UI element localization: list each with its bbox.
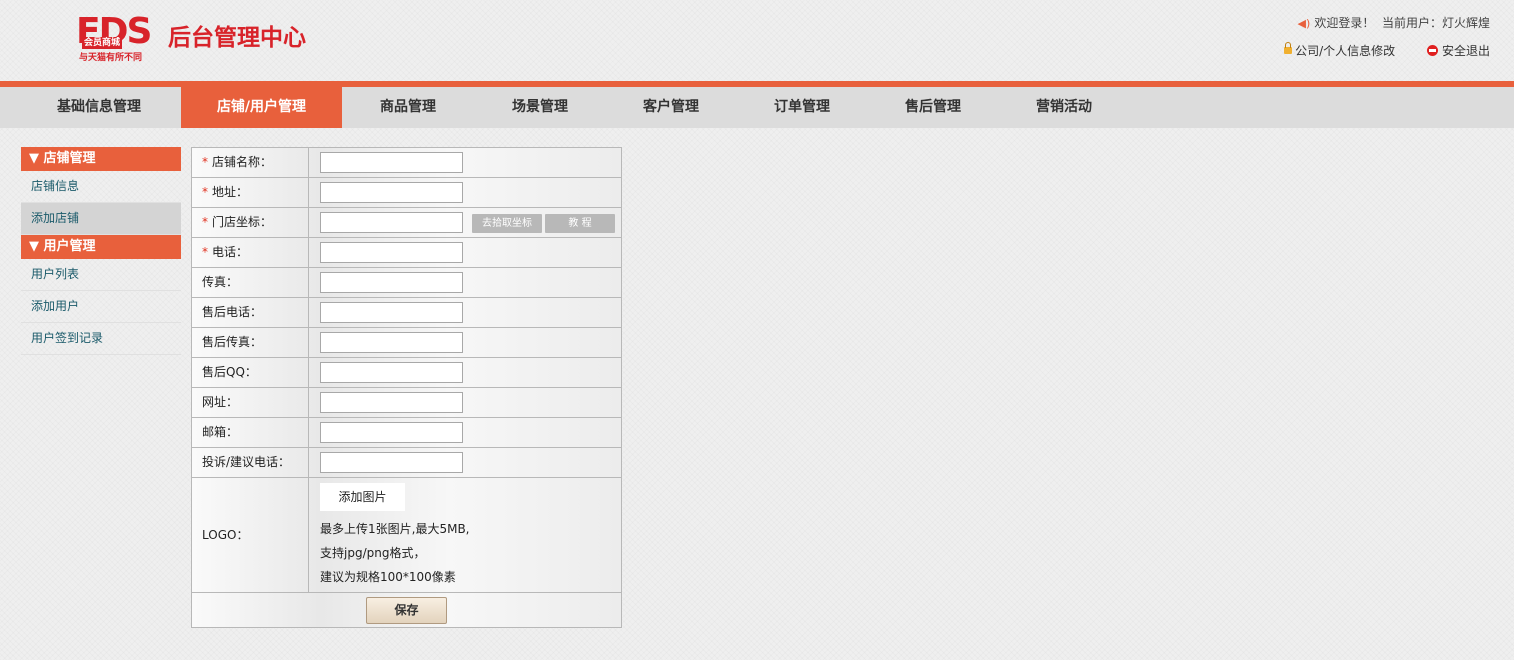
after-sales-qq-label: 售后QQ： bbox=[192, 358, 309, 387]
phone-label: 电话： bbox=[212, 245, 249, 259]
logout-icon bbox=[1426, 45, 1438, 56]
logo-slogan: 与天猫有所不同 bbox=[79, 53, 143, 63]
after-sales-fax-label: 售后传真： bbox=[192, 328, 309, 357]
logo-title: 后台管理中心 bbox=[168, 25, 306, 51]
after-sales-fax-input[interactable] bbox=[320, 332, 463, 353]
field-label: * 门店坐标： bbox=[192, 208, 309, 237]
field-label: * 店铺名称： bbox=[192, 148, 309, 177]
main-nav: 基础信息管理 店铺/用户管理 商品管理 场景管理 客户管理 订单管理 售后管理 … bbox=[0, 87, 1514, 128]
save-button[interactable]: 保存 bbox=[366, 597, 447, 624]
nav-item-store-user[interactable]: 店铺/用户管理 bbox=[181, 87, 342, 128]
logo-mark-subtext: 会员商城 bbox=[82, 37, 123, 49]
form-row-after-sales-qq: 售后QQ： bbox=[192, 358, 621, 388]
welcome-text: 欢迎登录！ bbox=[1314, 16, 1375, 30]
after-sales-phone-input[interactable] bbox=[320, 302, 463, 323]
complaint-phone-label: 投诉/建议电话： bbox=[192, 448, 309, 477]
sidebar-item-add-store[interactable]: 添加店铺 bbox=[21, 203, 181, 235]
form-row-coordinates: * 门店坐标： 去拾取坐标 教 程 bbox=[192, 208, 621, 238]
form-row-save: 保存 bbox=[192, 593, 621, 627]
phone-input[interactable] bbox=[320, 242, 463, 263]
address-input[interactable] bbox=[320, 182, 463, 203]
profile-link-label: 公司/个人信息修改 bbox=[1295, 44, 1396, 58]
address-label: 地址： bbox=[212, 185, 249, 199]
form-row-after-sales-phone: 售后电话： bbox=[192, 298, 621, 328]
logo-label: LOGO： bbox=[192, 478, 309, 592]
nav-item-products[interactable]: 商品管理 bbox=[358, 87, 458, 128]
pick-coordinates-button[interactable]: 去拾取坐标 bbox=[472, 214, 542, 233]
speaker-icon: ◀) bbox=[1297, 17, 1311, 30]
sidebar-item-checkin-records[interactable]: 用户签到记录 bbox=[21, 323, 181, 355]
account-links: 公司/个人信息修改 安全退出 bbox=[1256, 42, 1490, 60]
store-name-input[interactable] bbox=[320, 152, 463, 173]
form-row-fax: 传真： bbox=[192, 268, 621, 298]
nav-item-marketing[interactable]: 营销活动 bbox=[1014, 87, 1114, 128]
current-user-label: 当前用户： bbox=[1381, 16, 1442, 30]
website-label: 网址： bbox=[192, 388, 309, 417]
form-row-address: * 地址： bbox=[192, 178, 621, 208]
tutorial-button[interactable]: 教 程 bbox=[545, 214, 615, 233]
sidebar-item-store-info[interactable]: 店铺信息 bbox=[21, 171, 181, 203]
nav-item-customers[interactable]: 客户管理 bbox=[621, 87, 721, 128]
sidebar-item-add-user[interactable]: 添加用户 bbox=[21, 291, 181, 323]
after-sales-qq-input[interactable] bbox=[320, 362, 463, 383]
form-row-logo: LOGO： 添加图片 最多上传1张图片,最大5MB, 支持jpg/png格式， … bbox=[192, 478, 621, 593]
field-label: * 电话： bbox=[192, 238, 309, 267]
add-image-button[interactable]: 添加图片 bbox=[320, 483, 405, 511]
nav-item-orders[interactable]: 订单管理 bbox=[752, 87, 852, 128]
required-mark: * bbox=[202, 155, 208, 169]
sidebar-item-user-list[interactable]: 用户列表 bbox=[21, 259, 181, 291]
field-label: * 地址： bbox=[192, 178, 309, 207]
store-name-label: 店铺名称： bbox=[212, 155, 273, 169]
coordinates-input[interactable] bbox=[320, 212, 463, 233]
add-store-form: * 店铺名称： * 地址： * 门店坐标： 去拾取坐标 教 程 * 电话： 传真： 售后… bbox=[191, 147, 622, 628]
nav-item-basic-info[interactable]: 基础信息管理 bbox=[24, 87, 174, 128]
fax-input[interactable] bbox=[320, 272, 463, 293]
form-row-email: 邮箱： bbox=[192, 418, 621, 448]
after-sales-phone-label: 售后电话： bbox=[192, 298, 309, 327]
sidebar-header-user[interactable]: ▼ 用户管理 bbox=[21, 235, 181, 259]
email-input[interactable] bbox=[320, 422, 463, 443]
email-label: 邮箱： bbox=[192, 418, 309, 447]
upload-hint-size: 最多上传1张图片,最大5MB, bbox=[320, 522, 470, 536]
sidebar: ▼ 店铺管理 店铺信息 添加店铺 ▼ 用户管理 用户列表 添加用户 用户签到记录 bbox=[21, 147, 181, 355]
header: EDS 会员商城 与天猫有所不同 后台管理中心 ◀) 欢迎登录！ 当前用户：灯火辉… bbox=[0, 0, 1514, 82]
upload-hint-dimensions: 建议为规格100*100像素 bbox=[320, 570, 456, 584]
website-input[interactable] bbox=[320, 392, 463, 413]
complaint-phone-input[interactable] bbox=[320, 452, 463, 473]
sidebar-header-store[interactable]: ▼ 店铺管理 bbox=[21, 147, 181, 171]
form-row-store-name: * 店铺名称： bbox=[192, 148, 621, 178]
coordinates-label: 门店坐标： bbox=[212, 215, 273, 229]
nav-item-scenes[interactable]: 场景管理 bbox=[490, 87, 590, 128]
welcome-bar: ◀) 欢迎登录！ 当前用户：灯火辉煌 bbox=[1298, 14, 1490, 33]
form-row-after-sales-fax: 售后传真： bbox=[192, 328, 621, 358]
form-row-complaint-phone: 投诉/建议电话： bbox=[192, 448, 621, 478]
form-row-phone: * 电话： bbox=[192, 238, 621, 268]
logout-link-label: 安全退出 bbox=[1441, 44, 1490, 58]
form-row-website: 网址： bbox=[192, 388, 621, 418]
upload-hint-format: 支持jpg/png格式， bbox=[320, 546, 426, 560]
profile-link[interactable]: 公司/个人信息修改 bbox=[1284, 42, 1395, 60]
required-mark: * bbox=[202, 185, 208, 199]
logo-mark: EDS 会员商城 与天猫有所不同 bbox=[76, 11, 162, 63]
logout-link[interactable]: 安全退出 bbox=[1426, 42, 1490, 60]
fax-label: 传真： bbox=[192, 268, 309, 297]
nav-item-after-sales[interactable]: 售后管理 bbox=[883, 87, 983, 128]
current-user-name: 灯火辉煌 bbox=[1441, 16, 1490, 30]
required-mark: * bbox=[202, 245, 208, 259]
lock-icon bbox=[1284, 42, 1293, 54]
site-logo[interactable]: EDS 会员商城 与天猫有所不同 后台管理中心 bbox=[76, 11, 316, 66]
required-mark: * bbox=[202, 215, 208, 229]
